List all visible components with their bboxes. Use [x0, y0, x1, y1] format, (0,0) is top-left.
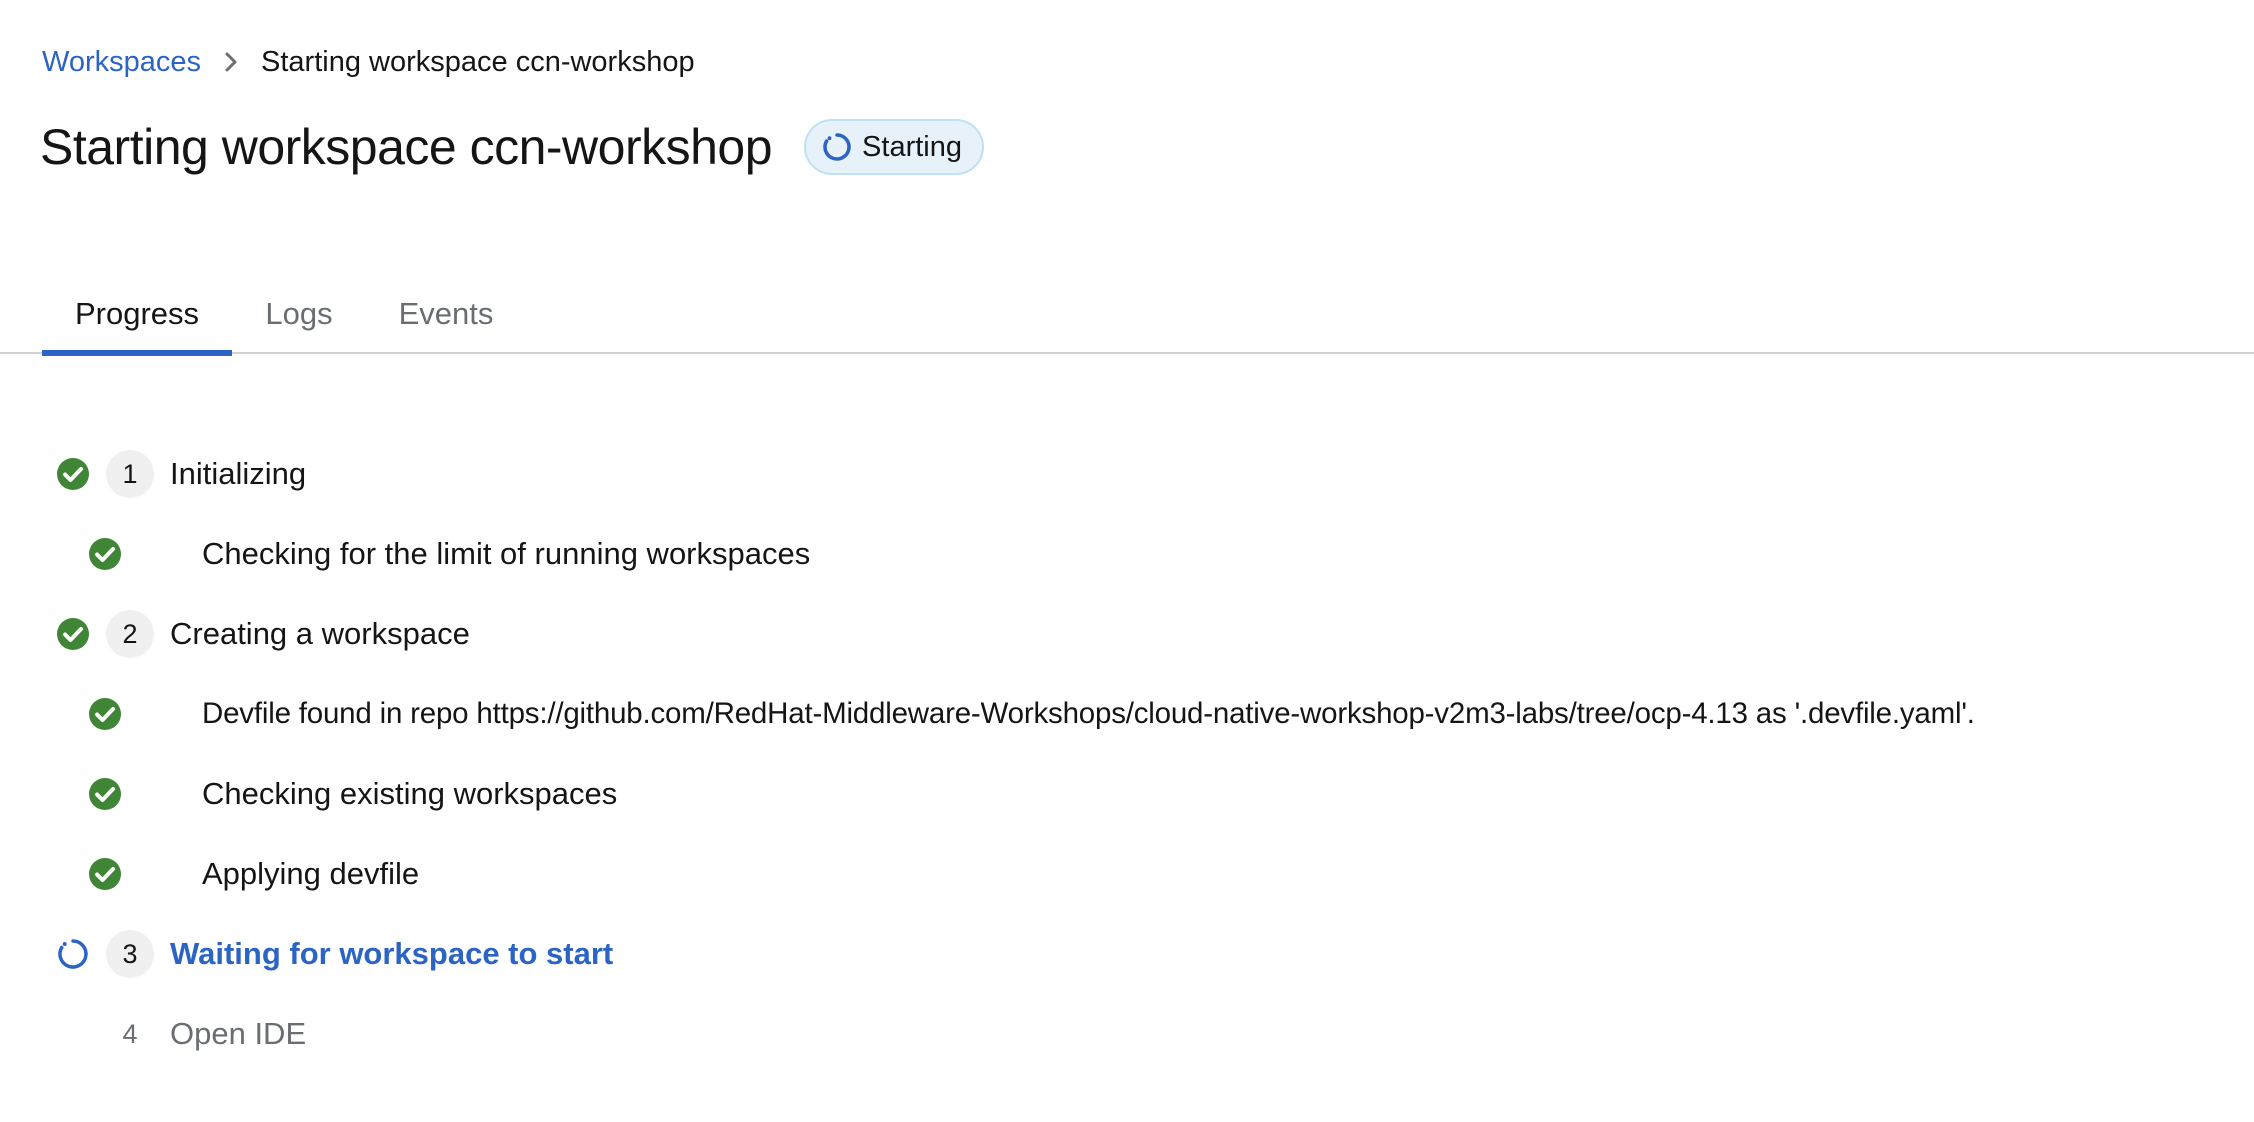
substep-label: Checking for the limit of running worksp… — [202, 536, 811, 571]
substep-label: Checking existing workspaces — [202, 776, 618, 811]
check-circle-icon — [88, 697, 122, 731]
status-badge: Starting — [804, 119, 984, 175]
step-label: Initializing — [170, 456, 307, 491]
breadcrumb: Workspaces Starting workspace ccn-worksh… — [42, 44, 695, 80]
check-circle-icon — [88, 777, 122, 811]
tab-events[interactable]: Events — [375, 284, 517, 354]
step-number: 2 — [106, 610, 154, 658]
step-label: Waiting for workspace to start — [170, 936, 614, 971]
title-row: Starting workspace ccn-workshop Starting — [40, 112, 984, 182]
substep-label: Devfile found in repo https://github.com… — [202, 697, 1975, 730]
step-label: Open IDE — [170, 1016, 307, 1051]
substep-label: Applying devfile — [202, 856, 420, 891]
status-badge-label: Starting — [862, 130, 962, 163]
check-circle-icon — [88, 857, 122, 891]
step-label: Creating a workspace — [170, 616, 470, 651]
tab-progress[interactable]: Progress — [42, 284, 232, 356]
breadcrumb-workspaces-link[interactable]: Workspaces — [42, 44, 201, 80]
breadcrumb-current: Starting workspace ccn-workshop — [261, 46, 695, 78]
spinner-icon — [822, 132, 852, 162]
step-number: 3 — [106, 930, 154, 978]
step-number: 4 — [122, 1018, 138, 1049]
step-number: 1 — [106, 450, 154, 498]
check-circle-icon — [56, 617, 90, 651]
workspace-starting-page: Workspaces Starting workspace ccn-worksh… — [0, 0, 2254, 1122]
tabs: Progress Logs Events — [0, 284, 2254, 356]
page-title: Starting workspace ccn-workshop — [40, 119, 773, 175]
check-circle-icon — [56, 457, 90, 491]
chevron-right-icon — [201, 52, 261, 72]
check-circle-icon — [88, 537, 122, 571]
tab-logs[interactable]: Logs — [240, 284, 358, 354]
spinner-icon — [56, 937, 90, 971]
